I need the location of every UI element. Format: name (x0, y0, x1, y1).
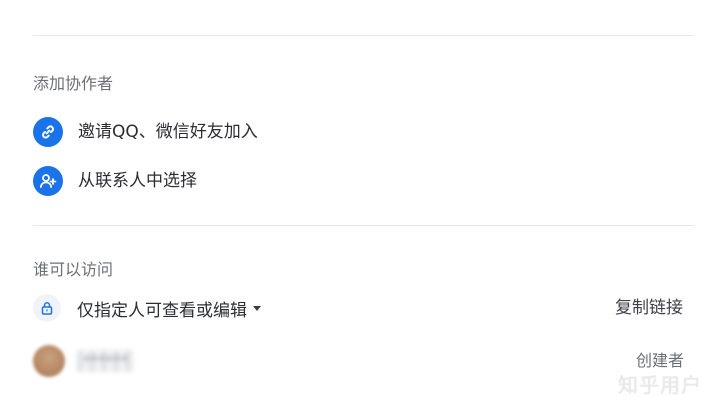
caret-down-icon (253, 305, 261, 311)
link-icon (33, 117, 63, 147)
watermark-text: 知乎用户 (618, 373, 702, 397)
contacts-option-label: 从联系人中选择 (78, 171, 197, 191)
add-contact-icon (33, 166, 63, 196)
invite-option-label: 邀请QQ、微信好友加入 (78, 122, 258, 142)
copy-link-button[interactable]: 复制链接 (615, 297, 683, 319)
select-from-contacts-option[interactable]: 从联系人中选择 (33, 165, 197, 197)
lock-icon (33, 294, 61, 322)
permission-dropdown-label: 仅指定人可查看或编辑 (77, 300, 247, 321)
member-row: ****** (33, 343, 134, 379)
avatar (33, 345, 65, 377)
permission-row: 仅指定人可查看或编辑 (33, 292, 261, 324)
permission-dropdown[interactable]: 仅指定人可查看或编辑 (77, 296, 261, 321)
middle-divider (33, 225, 694, 226)
add-collaborators-title: 添加协作者 (33, 74, 114, 93)
member-name: ****** (77, 350, 134, 372)
member-role: 创建者 (635, 351, 684, 370)
top-divider (33, 35, 694, 36)
who-can-access-title: 谁可以访问 (33, 260, 114, 279)
invite-qq-wechat-option[interactable]: 邀请QQ、微信好友加入 (33, 116, 258, 148)
